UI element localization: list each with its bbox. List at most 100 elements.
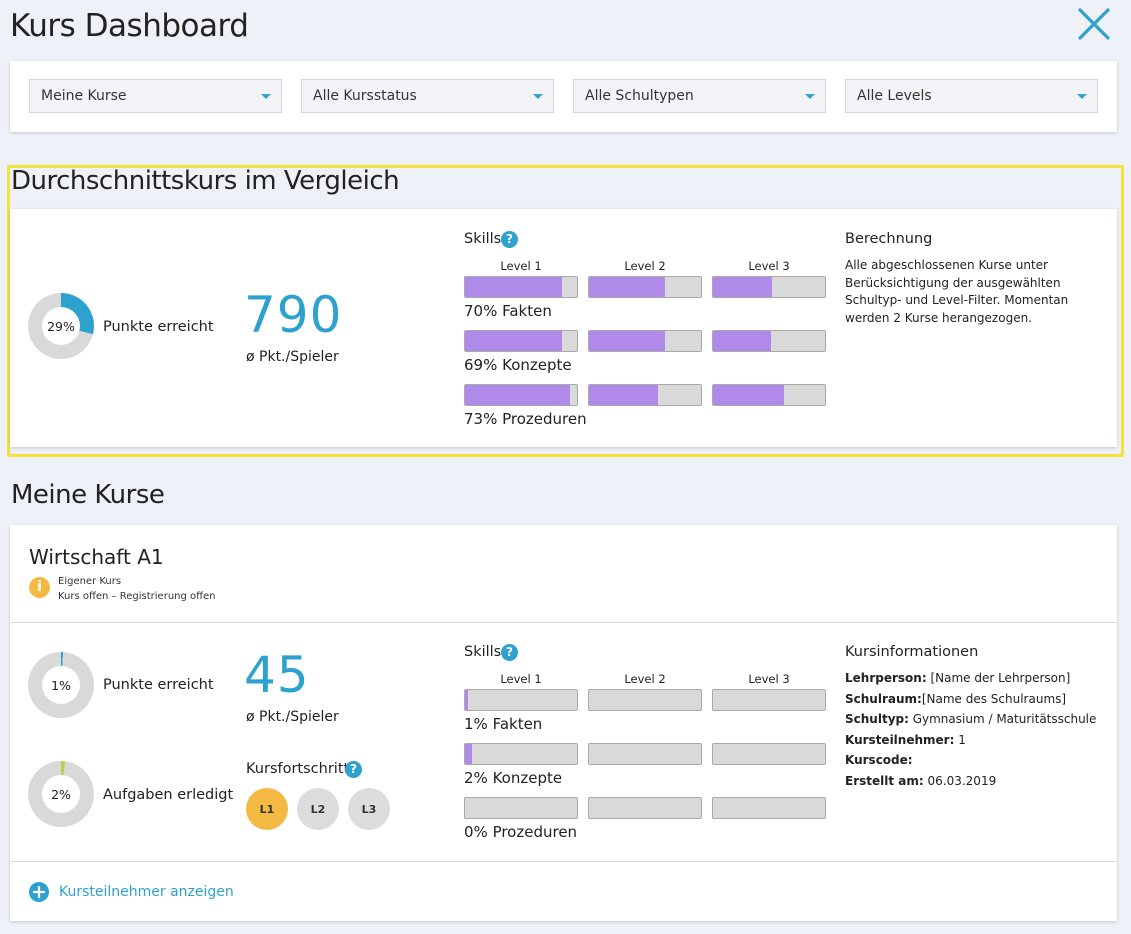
skill-bar-fill <box>589 277 666 297</box>
chevron-down-icon <box>261 94 271 99</box>
skill-bar-fill <box>465 385 571 405</box>
skill-bar <box>712 689 826 711</box>
skill-bar-fill <box>465 277 563 297</box>
my-courses-title: Meine Kurse <box>11 480 165 510</box>
avg-points-value: 45 <box>244 646 310 704</box>
tasks-percent: 2% <box>42 775 80 813</box>
filter-schooltype-label: Alle Schultypen <box>585 88 694 104</box>
calculation-text: Alle abgeschlossenen Kurse unter Berücks… <box>845 258 1069 325</box>
help-icon[interactable]: ? <box>501 644 518 661</box>
skill-bar-fill <box>713 331 772 351</box>
skill-bar-fill <box>589 331 666 351</box>
filter-status-select[interactable]: Alle Kursstatus <box>301 79 554 113</box>
level-header: Level 1 <box>500 672 542 686</box>
skill-bar <box>464 276 578 298</box>
progress-level-3[interactable]: L3 <box>348 788 390 830</box>
skill-label: 1% Fakten <box>464 715 543 733</box>
points-percent: 29% <box>42 307 80 345</box>
filter-courses-label: Meine Kurse <box>41 88 127 104</box>
course-name: Wirtschaft A1 <box>29 545 164 569</box>
course-info-row: Erstellt am: 06.03.2019 <box>845 771 1105 792</box>
course-info-title: Kursinformationen <box>845 644 979 660</box>
page-title: Kurs Dashboard <box>10 8 249 44</box>
average-section-title: Durchschnittskurs im Vergleich <box>11 166 400 196</box>
divider <box>10 861 1117 862</box>
skill-bar <box>588 330 702 352</box>
course-info-key: Schulraum: <box>845 691 922 706</box>
skill-bar <box>588 384 702 406</box>
show-participants-label: Kursteilnehmer anzeigen <box>59 884 234 900</box>
show-participants-button[interactable]: Kursteilnehmer anzeigen <box>29 881 234 903</box>
skill-bar-fill <box>713 385 784 405</box>
course-info-value: 06.03.2019 <box>923 773 997 788</box>
level-header: Level 1 <box>500 259 542 273</box>
course-info-key: Kursteilnehmer: <box>845 732 955 747</box>
course-info-list: Lehrperson: [Name der Lehrperson] Schulra… <box>845 668 1105 791</box>
level-header: Level 3 <box>748 672 790 686</box>
filter-levels-select[interactable]: Alle Levels <box>845 79 1098 113</box>
skill-label: 70% Fakten <box>464 302 552 320</box>
divider <box>10 622 1117 623</box>
skill-bar-fill <box>589 385 659 405</box>
skill-bar <box>464 797 578 819</box>
avg-points-value: 790 <box>244 286 343 344</box>
points-percent: 1% <box>42 666 80 704</box>
skill-bar-fill <box>465 744 472 764</box>
course-registration-status: Kurs offen – Registrierung offen <box>58 591 216 602</box>
filter-status-label: Alle Kursstatus <box>313 88 417 104</box>
skill-bar <box>712 384 826 406</box>
skill-label: 0% Prozeduren <box>464 823 578 841</box>
chevron-down-icon <box>533 94 543 99</box>
course-info-row: Kursteilnehmer: 1 <box>845 730 1105 751</box>
skill-bar <box>588 797 702 819</box>
skill-bar <box>588 276 702 298</box>
course-owner-status: Eigener Kurs <box>58 576 122 587</box>
course-info-key: Schultyp: <box>845 712 909 726</box>
points-label: Punkte erreicht <box>103 677 214 693</box>
course-info-key: Erstellt am: <box>845 773 924 788</box>
course-info-row: Schultyp: Gymnasium / Maturitätsschule <box>845 709 1105 730</box>
points-label: Punkte erreicht <box>103 319 214 335</box>
skill-bar <box>712 276 826 298</box>
skill-bar <box>464 330 578 352</box>
level-header: Level 2 <box>624 259 666 273</box>
skill-bar <box>712 743 826 765</box>
tasks-donut: 2% <box>28 761 94 827</box>
info-icon: i <box>29 577 50 598</box>
skill-label: 69% Konzepte <box>464 356 572 374</box>
course-info-key: Lehrperson: <box>845 671 927 685</box>
skill-bar <box>464 743 578 765</box>
skill-bar <box>588 689 702 711</box>
level-header: Level 2 <box>624 672 666 686</box>
filter-courses-select[interactable]: Meine Kurse <box>29 79 282 113</box>
skill-bar <box>464 689 578 711</box>
filter-levels-label: Alle Levels <box>857 88 932 104</box>
course-info-value: [Name des Schulraums] <box>921 691 1067 706</box>
level-header: Level 3 <box>748 259 790 273</box>
points-donut: 1% <box>28 652 94 718</box>
avg-points-label: ø Pkt./Spieler <box>246 709 339 725</box>
filter-schooltype-select[interactable]: Alle Schultypen <box>573 79 826 113</box>
skills-title: Skills <box>464 644 502 660</box>
progress-title: Kursfortschritt <box>246 761 350 777</box>
progress-level-2[interactable]: L2 <box>297 788 339 830</box>
skill-label: 73% Prozeduren <box>464 410 587 428</box>
close-icon[interactable] <box>1076 6 1112 42</box>
skill-bar <box>712 330 826 352</box>
tasks-label: Aufgaben erledigt <box>103 787 234 803</box>
skills-title: Skills <box>464 231 502 247</box>
course-info-row: Schulraum:[Name des Schulraums] <box>845 689 1105 710</box>
chevron-down-icon <box>1077 94 1087 99</box>
progress-level-1[interactable]: L1 <box>246 788 288 830</box>
chevron-down-icon <box>805 94 815 99</box>
skill-bar-fill <box>713 277 773 297</box>
help-icon[interactable]: ? <box>501 231 518 248</box>
help-icon[interactable]: ? <box>345 761 362 778</box>
skill-label: 2% Konzepte <box>464 769 563 787</box>
plus-circle-icon <box>29 882 49 902</box>
points-donut: 29% <box>28 293 94 359</box>
avg-points-label: ø Pkt./Spieler <box>246 349 339 365</box>
course-info-row: Kurscode: <box>845 750 1105 771</box>
skill-bar <box>712 797 826 819</box>
skill-bar <box>464 384 578 406</box>
